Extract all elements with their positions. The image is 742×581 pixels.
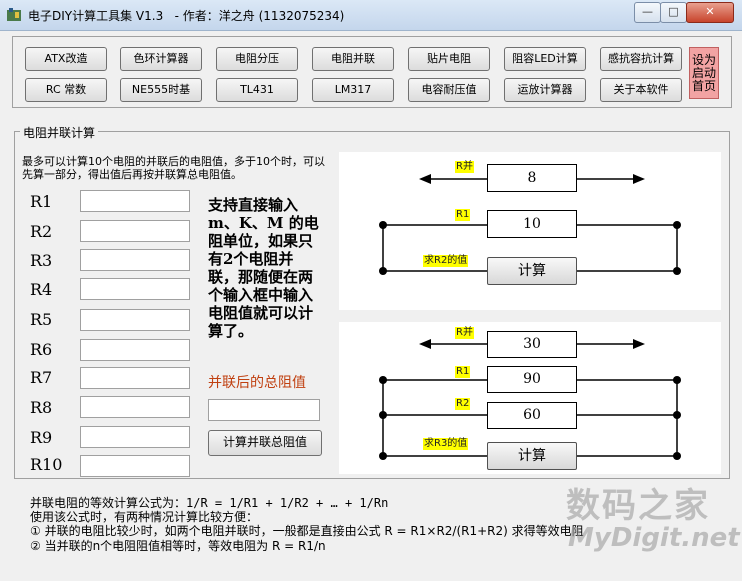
- capacitor-voltage-button[interactable]: 电容耐压值: [408, 78, 490, 102]
- calc-r2-button[interactable]: 计算: [487, 257, 577, 285]
- voltage-divider-button[interactable]: 电阻分压: [216, 47, 298, 71]
- r8-input[interactable]: [80, 396, 190, 418]
- diagram-two-resistor: R并 8 R1 10 求R2的值 计算: [339, 152, 721, 310]
- ne555-button[interactable]: NE555时基: [120, 78, 202, 102]
- about-button[interactable]: 关于本软件: [600, 78, 682, 102]
- r7-label: R7: [30, 368, 53, 387]
- lm317-button[interactable]: LM317: [312, 78, 394, 102]
- r1-label: R1: [30, 192, 53, 211]
- r1-tag: R1: [455, 209, 471, 221]
- r3-label: R3: [30, 251, 53, 270]
- diagram-three-resistor: R并 30 R1 90 R2 60 求R3的值 计算: [339, 322, 721, 474]
- watermark-en: MyDigit.net: [568, 523, 740, 553]
- rc-constant-button[interactable]: RC 常数: [25, 78, 107, 102]
- description: 最多可以计算10个电阻的并联后的电阻值，多于10个时，可以先算一部分，得出值后再…: [22, 155, 325, 181]
- watermark-cn: 数码之家: [566, 486, 710, 526]
- app-icon: [6, 7, 22, 23]
- total-value-box[interactable]: 8: [487, 164, 577, 192]
- r2-input[interactable]: [80, 220, 190, 242]
- opamp-button[interactable]: 运放计算器: [504, 78, 586, 102]
- r5-input[interactable]: [80, 309, 190, 331]
- usage-case-2: ② 当并联的n个电阻阻值相等时，等效电阻为 R = R1/n: [30, 539, 326, 553]
- smd-resistor-button[interactable]: 贴片电阻: [408, 47, 490, 71]
- parallel-resistor-button[interactable]: 电阻并联: [312, 47, 394, 71]
- r2-value-box[interactable]: 60: [487, 402, 577, 429]
- r1-value-box[interactable]: 90: [487, 366, 577, 393]
- result-input[interactable]: [208, 399, 320, 421]
- maximize-button[interactable]: □: [660, 2, 687, 23]
- r1-input[interactable]: [80, 190, 190, 212]
- group-title: 电阻并联计算: [20, 124, 99, 141]
- close-button[interactable]: ✕: [686, 2, 734, 23]
- solve-r3-tag: 求R3的值: [423, 438, 469, 450]
- r9-input[interactable]: [80, 426, 190, 448]
- set-startup-button[interactable]: 设为启动首页: [689, 47, 719, 99]
- r5-label: R5: [30, 310, 53, 329]
- r3-input[interactable]: [80, 249, 190, 271]
- r4-input[interactable]: [80, 278, 190, 300]
- total-tag: R并: [455, 327, 474, 339]
- r6-input[interactable]: [80, 339, 190, 361]
- led-resistor-button[interactable]: 阻容LED计算: [504, 47, 586, 71]
- r1-value-box[interactable]: 10: [487, 210, 577, 238]
- reactance-button[interactable]: 感抗容抗计算: [600, 47, 682, 71]
- r2-label: R2: [30, 222, 53, 241]
- color-ring-button[interactable]: 色环计算器: [120, 47, 202, 71]
- window-title: 电子DIY计算工具集 V1.3 - 作者：洋之舟 (1132075234): [28, 9, 345, 23]
- r10-label: R10: [30, 455, 63, 474]
- r4-label: R4: [30, 280, 53, 299]
- hint-text: 支持直接输入m、K、M 的电阻单位，如果只有2个电阻并联，那随便在两个输入框中输…: [208, 196, 319, 340]
- r1-tag: R1: [455, 366, 471, 378]
- minimize-button[interactable]: —: [634, 2, 661, 23]
- calc-r3-button[interactable]: 计算: [487, 442, 577, 470]
- r2-tag: R2: [455, 398, 471, 410]
- total-value-box[interactable]: 30: [487, 331, 577, 358]
- r10-input[interactable]: [80, 455, 190, 477]
- solve-r2-tag: 求R2的值: [423, 255, 469, 267]
- r7-input[interactable]: [80, 367, 190, 389]
- r6-label: R6: [30, 340, 53, 359]
- result-label: 并联后的总阻值: [208, 375, 306, 391]
- atx-button[interactable]: ATX改造: [25, 47, 107, 71]
- total-tag: R并: [455, 161, 474, 173]
- r8-label: R8: [30, 398, 53, 417]
- tl431-button[interactable]: TL431: [216, 78, 298, 102]
- r9-label: R9: [30, 428, 53, 447]
- calc-total-button[interactable]: 计算并联总阻值: [208, 430, 322, 456]
